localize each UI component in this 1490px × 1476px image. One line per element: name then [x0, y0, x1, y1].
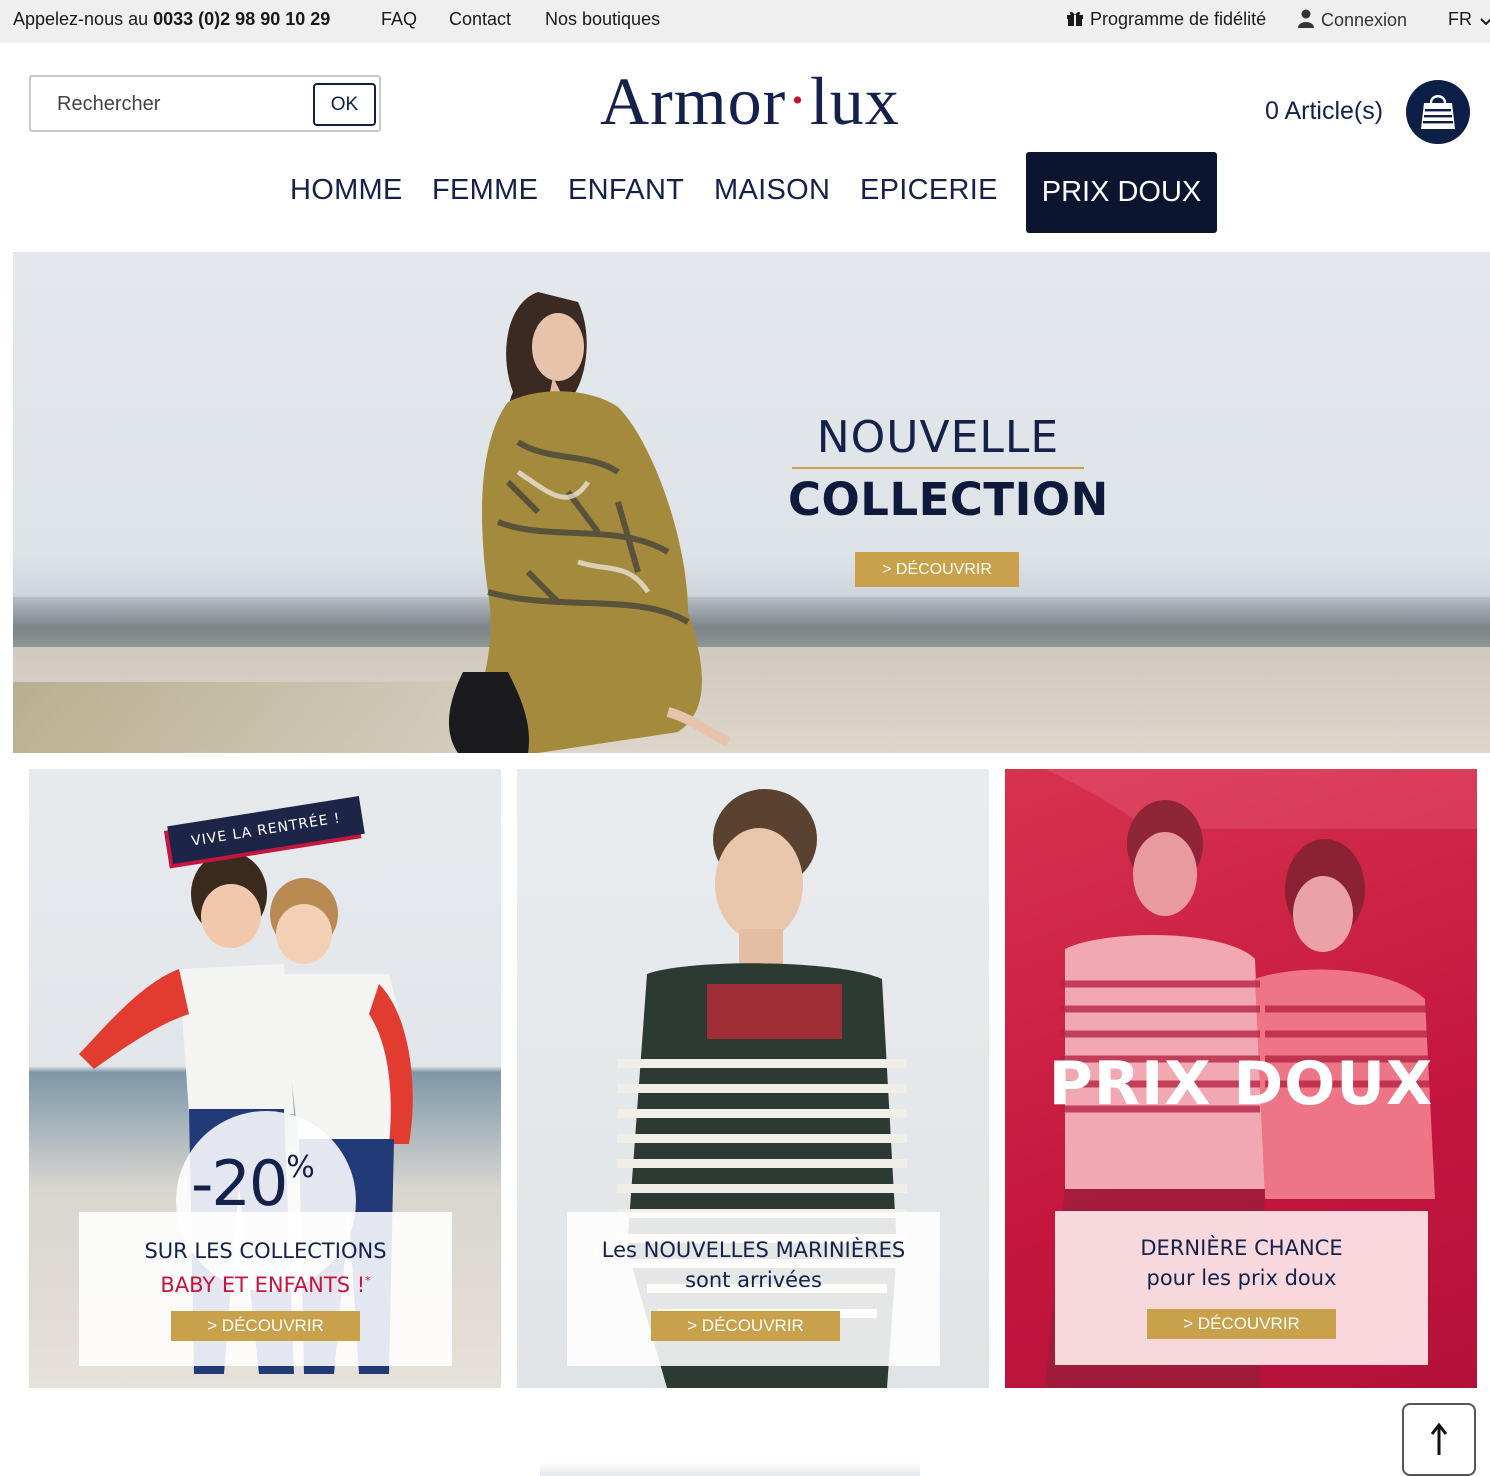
- prix-doux-card-line1: DERNIÈRE CHANCE: [1140, 1236, 1343, 1260]
- search-box: OK: [29, 75, 381, 132]
- hero-divider: [792, 467, 1084, 469]
- kids-card-asterisk: *: [365, 1274, 371, 1287]
- promo-card-kids[interactable]: VIVE LA RENTRÉE ! -20% SUR LES COLLECTIO…: [29, 769, 501, 1388]
- nav-homme[interactable]: HOMME: [290, 174, 403, 207]
- loyalty-label: Programme de fidélité: [1090, 9, 1267, 29]
- gift-icon: [1067, 11, 1083, 26]
- promo-card-prix-doux[interactable]: PRIX DOUX DERNIÈRE CHANCE pour les prix …: [1005, 769, 1477, 1388]
- kids-discover-button[interactable]: > DÉCOUVRIR: [171, 1311, 360, 1341]
- loyalty-link[interactable]: Programme de fidélité: [1066, 9, 1266, 30]
- armor-lux-logo[interactable]: Armor •lux: [600, 62, 920, 142]
- logo-part2: lux: [809, 63, 900, 139]
- marinieres-discover-button[interactable]: > DÉCOUVRIR: [651, 1311, 840, 1341]
- search-submit-button[interactable]: OK: [313, 83, 376, 126]
- stores-link[interactable]: Nos boutiques: [545, 9, 660, 30]
- phone-info: Appelez-nous au 0033 (0)2 98 90 10 29: [13, 9, 330, 30]
- kids-card-panel: SUR LES COLLECTIONS BABY ET ENFANTS !* >…: [79, 1212, 452, 1366]
- language-label: FR: [1448, 9, 1472, 29]
- chevron-down-icon: [1480, 18, 1490, 26]
- arrow-up-icon: [1430, 1422, 1448, 1455]
- nav-maison[interactable]: MAISON: [714, 174, 830, 207]
- marinieres-card-line2: sont arrivées: [685, 1268, 822, 1292]
- discount-value: -20: [191, 1147, 288, 1220]
- nav-enfant[interactable]: ENFANT: [568, 174, 684, 207]
- kids-card-line2-text: BABY ET ENFANTS !: [160, 1273, 366, 1297]
- marinieres-card-line1: Les NOUVELLES MARINIÈRES: [601, 1238, 906, 1262]
- prix-doux-card-line2: pour les prix doux: [1146, 1266, 1337, 1290]
- phone-prefix: Appelez-nous au: [13, 9, 149, 29]
- promo-card-marinieres[interactable]: Les NOUVELLES MARINIÈRES sont arrivées >…: [517, 769, 989, 1388]
- back-to-top-button[interactable]: [1402, 1403, 1476, 1476]
- login-label: Connexion: [1321, 10, 1408, 30]
- discount-badge: -20%: [191, 1147, 315, 1220]
- hero-model-image: [448, 292, 731, 753]
- prix-doux-card-panel: DERNIÈRE CHANCE pour les prix doux > DÉC…: [1055, 1211, 1428, 1365]
- contact-link[interactable]: Contact: [449, 9, 511, 30]
- logo-part1: Armor: [600, 63, 787, 139]
- faq-link[interactable]: FAQ: [381, 9, 417, 30]
- discount-unit: %: [286, 1150, 315, 1185]
- nav-prix-doux[interactable]: PRIX DOUX: [1026, 152, 1217, 233]
- section-heading-peek: [540, 1462, 920, 1476]
- hero-headline: NOUVELLE COLLECTION: [788, 412, 1109, 526]
- prix-doux-headline: PRIX DOUX: [1048, 1049, 1434, 1119]
- marinieres-card-panel: Les NOUVELLES MARINIÈRES sont arrivées >…: [567, 1212, 940, 1366]
- kids-card-line1: SUR LES COLLECTIONS: [144, 1239, 387, 1263]
- user-icon: [1298, 9, 1314, 28]
- cart-count[interactable]: 0 Article(s): [1265, 97, 1383, 126]
- language-selector[interactable]: FR: [1448, 9, 1490, 30]
- nav-femme[interactable]: FEMME: [432, 174, 538, 207]
- search-input[interactable]: [45, 83, 315, 125]
- phone-number[interactable]: 0033 (0)2 98 90 10 29: [153, 9, 330, 29]
- cart-button[interactable]: [1406, 80, 1470, 144]
- top-bar: Appelez-nous au 0033 (0)2 98 90 10 29 FA…: [0, 0, 1490, 43]
- hero-discover-button[interactable]: > DÉCOUVRIR: [855, 552, 1019, 587]
- kids-card-line2: BABY ET ENFANTS !*: [79, 1266, 452, 1300]
- hero-line2: COLLECTION: [788, 473, 1109, 526]
- hero-line1: NOUVELLE: [816, 412, 1060, 463]
- prix-doux-discover-button[interactable]: > DÉCOUVRIR: [1147, 1309, 1336, 1339]
- logo-dot: •: [792, 84, 804, 117]
- main-nav: HOMME FEMME ENFANT MAISON EPICERIE PRIX …: [0, 152, 1490, 233]
- nav-epicerie[interactable]: EPICERIE: [860, 174, 998, 207]
- login-link[interactable]: Connexion: [1297, 9, 1407, 31]
- hero-banner[interactable]: NOUVELLE COLLECTION > DÉCOUVRIR: [13, 252, 1490, 753]
- shopping-bag-icon: [1421, 95, 1455, 129]
